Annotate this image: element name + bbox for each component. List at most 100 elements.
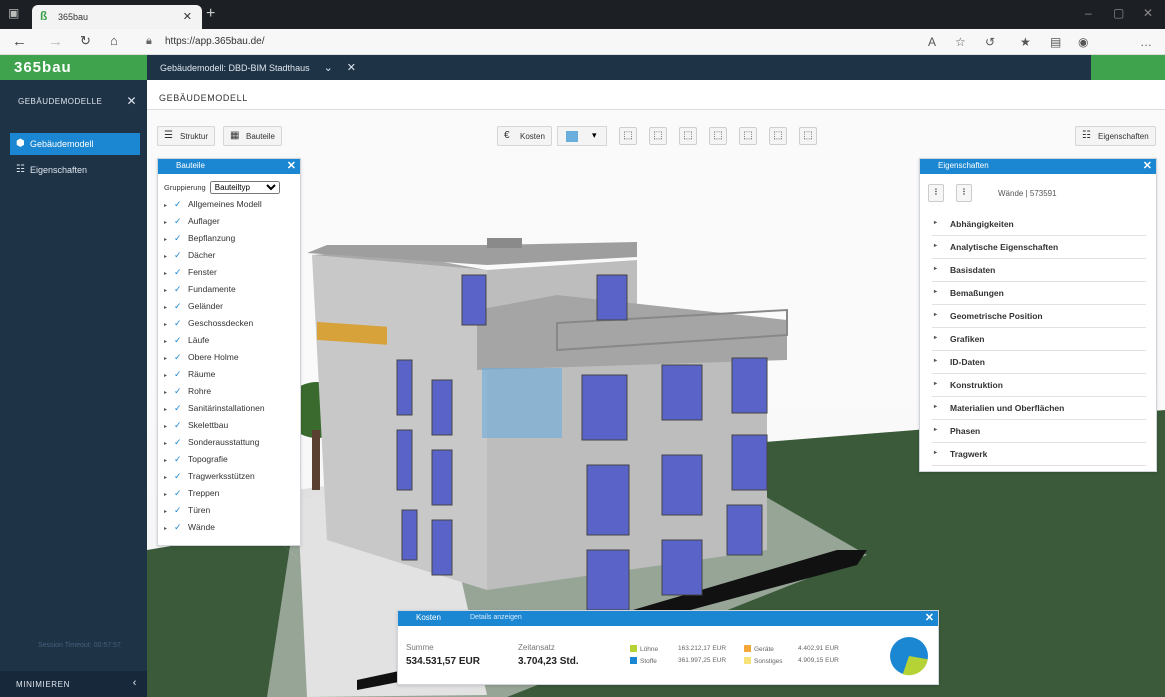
caret-right-icon[interactable]: ▸ (164, 372, 174, 379)
profile-icon[interactable]: ◉ (1078, 35, 1088, 49)
tree-item[interactable]: ▸ ✓ Fundamente (164, 284, 236, 300)
caret-right-icon[interactable]: ▸ (164, 202, 174, 209)
tree-item[interactable]: ▸ ✓ Fenster (164, 267, 217, 283)
caret-right-icon[interactable]: ▸ (164, 287, 174, 294)
checkbox-icon[interactable]: ✓ (174, 386, 184, 396)
down-icon[interactable]: ⁝ (956, 184, 972, 202)
close-icon[interactable]: ✕ (287, 159, 296, 172)
property-section[interactable]: ▸ ID-Daten (932, 351, 1146, 374)
tree-item[interactable]: ▸ ✓ Treppen (164, 488, 219, 504)
close-icon[interactable]: ✕ (347, 62, 356, 74)
checkbox-icon[interactable]: ✓ (174, 301, 184, 311)
property-section[interactable]: ▸ Basisdaten (932, 259, 1146, 282)
checkbox-icon[interactable]: ✓ (174, 454, 184, 464)
tree-item[interactable]: ▸ ✓ Allgemeines Modell (164, 199, 262, 215)
extension-icon[interactable]: ↺ (985, 35, 995, 49)
read-aloud-icon[interactable]: A (928, 35, 936, 49)
caret-right-icon[interactable]: ▸ (164, 389, 174, 396)
checkbox-icon[interactable]: ✓ (174, 250, 184, 260)
tree-item[interactable]: ▸ ✓ Läufe (164, 335, 209, 351)
sidebar-item-eigenschaften[interactable]: ☷ Eigenschaften (10, 159, 140, 181)
tree-item[interactable]: ▸ ✓ Räume (164, 369, 215, 385)
checkbox-icon[interactable]: ✓ (174, 522, 184, 532)
checkbox-icon[interactable]: ✓ (174, 488, 184, 498)
forward-icon[interactable]: → (48, 33, 63, 50)
caret-right-icon[interactable]: ▸ (164, 219, 174, 226)
browser-tab[interactable]: ß 365bau ✕ (32, 5, 202, 29)
favorites-bar-icon[interactable]: ★ (1020, 35, 1031, 49)
view-top-icon[interactable]: ⬚ (619, 127, 637, 145)
minimize-button[interactable]: Minimieren ‹ (0, 671, 147, 697)
tree-item[interactable]: ▸ ✓ Bepflanzung (164, 233, 235, 249)
property-section[interactable]: ▸ Phasen (932, 420, 1146, 443)
caret-right-icon[interactable]: ▸ (164, 338, 174, 345)
up-icon[interactable]: ⁝ (928, 184, 944, 202)
tree-item[interactable]: ▸ ✓ Wände (164, 522, 215, 538)
checkbox-icon[interactable]: ✓ (174, 233, 184, 243)
minimize-window-icon[interactable]: – (1085, 6, 1092, 20)
tree-item[interactable]: ▸ ✓ Sanitärinstallationen (164, 403, 265, 419)
chevron-down-icon[interactable]: ⌄ (324, 62, 333, 74)
view-back-icon[interactable]: ⬚ (739, 127, 757, 145)
close-icon[interactable]: ✕ (925, 611, 934, 624)
property-section[interactable]: ▸ Tragwerk (932, 443, 1146, 466)
sidebar-item-gebaeudemodell[interactable]: ⬢ Gebäudemodell (10, 133, 140, 155)
maximize-window-icon[interactable]: ▢ (1113, 6, 1124, 20)
gruppierung-select[interactable]: Bauteiltyp (209, 181, 280, 194)
close-icon[interactable]: ✕ (1143, 159, 1152, 172)
brand-logo[interactable]: 365bau (0, 55, 147, 80)
checkbox-icon[interactable]: ✓ (174, 216, 184, 226)
close-window-icon[interactable]: ✕ (1143, 6, 1153, 20)
bauteile-button[interactable]: ▦ Bauteile (223, 126, 282, 146)
back-icon[interactable]: ← (12, 33, 27, 50)
home-icon[interactable]: ⌂ (110, 33, 118, 48)
checkbox-icon[interactable]: ✓ (174, 267, 184, 277)
tree-item[interactable]: ▸ ✓ Geländer (164, 301, 223, 317)
checkbox-icon[interactable]: ✓ (174, 505, 184, 515)
checkbox-icon[interactable]: ✓ (174, 420, 184, 430)
property-section[interactable]: ▸ Bemaßungen (932, 282, 1146, 305)
view-left-icon[interactable]: ⬚ (679, 127, 697, 145)
caret-right-icon[interactable]: ▸ (164, 457, 174, 464)
tree-item[interactable]: ▸ ✓ Türen (164, 505, 210, 521)
property-section[interactable]: ▸ Geometrische Position (932, 305, 1146, 328)
window-menu-icon[interactable]: ▣ (8, 6, 19, 20)
url-field[interactable]: https://app.365bau.de/ (165, 36, 265, 47)
checkbox-icon[interactable]: ✓ (174, 318, 184, 328)
tree-item[interactable]: ▸ ✓ Skelettbau (164, 420, 228, 436)
caret-right-icon[interactable]: ▸ (164, 253, 174, 260)
new-tab-icon[interactable]: + (206, 5, 215, 23)
checkbox-icon[interactable]: ✓ (174, 199, 184, 209)
caret-right-icon[interactable]: ▸ (164, 270, 174, 277)
caret-right-icon[interactable]: ▸ (164, 321, 174, 328)
caret-right-icon[interactable]: ▸ (164, 406, 174, 413)
collections-icon[interactable]: ▤ (1050, 35, 1061, 49)
reload-icon[interactable]: ↻ (80, 33, 91, 49)
tree-item[interactable]: ▸ ✓ Tragwerksstützen (164, 471, 255, 487)
caret-right-icon[interactable]: ▸ (164, 525, 174, 532)
property-section[interactable]: ▸ Konstruktion (932, 374, 1146, 397)
tree-item[interactable]: ▸ ✓ Geschossdecken (164, 318, 253, 334)
details-link[interactable]: Details anzeigen (470, 614, 522, 621)
view-iso-icon[interactable]: ⬚ (769, 127, 787, 145)
caret-right-icon[interactable]: ▸ (164, 508, 174, 515)
view-bottom-icon[interactable]: ⬚ (799, 127, 817, 145)
caret-right-icon[interactable]: ▸ (164, 236, 174, 243)
checkbox-icon[interactable]: ✓ (174, 471, 184, 481)
checkbox-icon[interactable]: ✓ (174, 437, 184, 447)
eigenschaften-button[interactable]: ☷ Eigenschaften (1075, 126, 1156, 146)
favorite-icon[interactable]: ☆ (955, 35, 966, 49)
property-section[interactable]: ▸ Grafiken (932, 328, 1146, 351)
property-section[interactable]: ▸ Analytische Eigenschaften (932, 236, 1146, 259)
property-section[interactable]: ▸ Abhängigkeiten (932, 213, 1146, 236)
caret-right-icon[interactable]: ▸ (164, 440, 174, 447)
color-picker-button[interactable]: ▾ (557, 126, 607, 146)
checkbox-icon[interactable]: ✓ (174, 352, 184, 362)
struktur-button[interactable]: ☰ Struktur (157, 126, 216, 146)
caret-right-icon[interactable]: ▸ (164, 355, 174, 362)
close-icon[interactable]: ✕ (126, 94, 137, 108)
checkbox-icon[interactable]: ✓ (174, 403, 184, 413)
tree-item[interactable]: ▸ ✓ Obere Holme (164, 352, 239, 368)
tree-item[interactable]: ▸ ✓ Rohre (164, 386, 211, 402)
caret-right-icon[interactable]: ▸ (164, 491, 174, 498)
